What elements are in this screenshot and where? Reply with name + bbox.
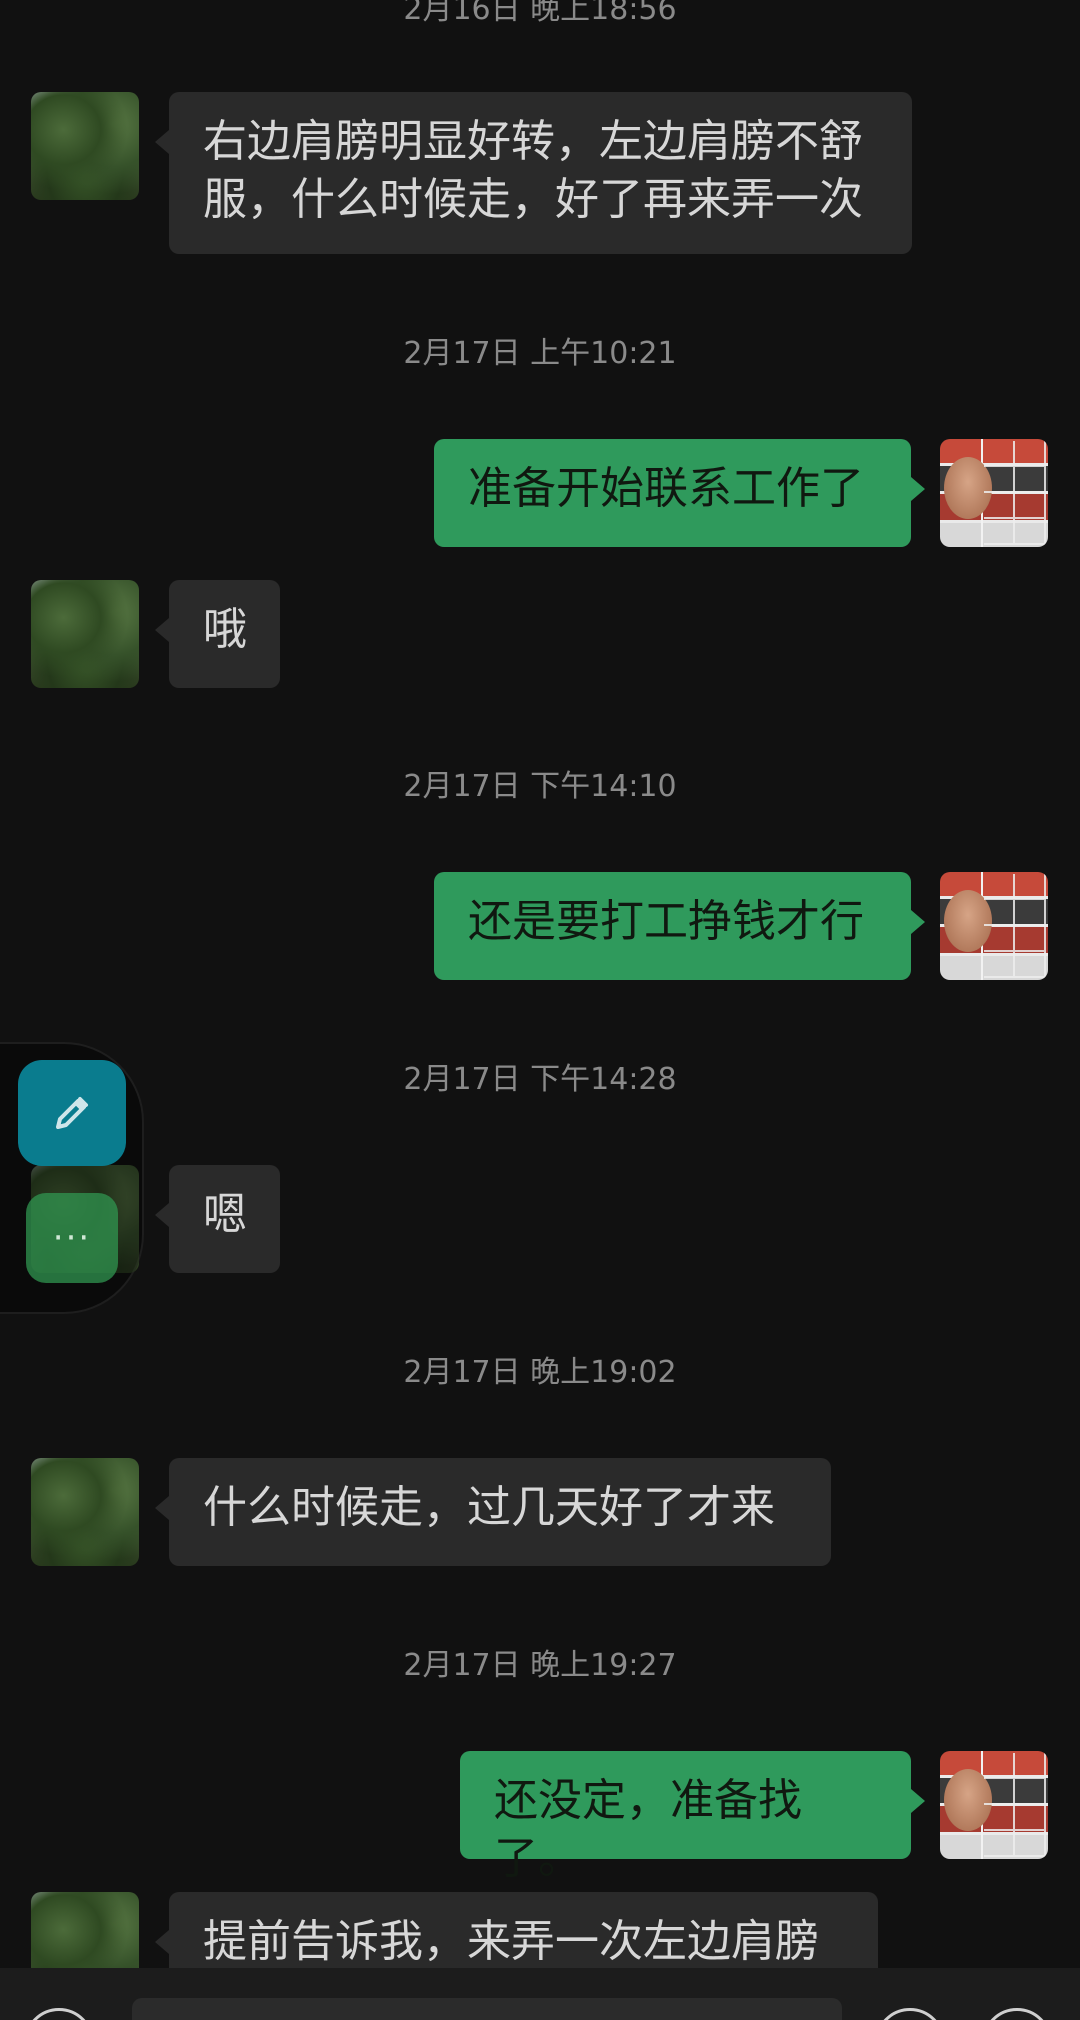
my-avatar[interactable]	[940, 439, 1048, 547]
outgoing-message-bubble[interactable]: 还没定，准备找了。	[460, 1751, 925, 1884]
message-row: 提前告诉我，来弄一次左边肩膀	[0, 1892, 1080, 1968]
floating-edit-button[interactable]	[18, 1060, 126, 1166]
outgoing-message-bubble[interactable]: 准备开始联系工作了	[434, 439, 925, 547]
message-list[interactable]: 2月16日 晚上18:56 右边肩膀明显好转，左边肩膀不舒服，什么时候走，好了再…	[0, 0, 1080, 1968]
timestamp: 2月17日 晚上19:27	[403, 1648, 677, 1683]
contact-avatar[interactable]	[31, 1458, 139, 1566]
incoming-message-bubble[interactable]: 哦	[155, 580, 280, 688]
timestamp: 2月17日 晚上19:02	[403, 1355, 677, 1390]
emoji-icon[interactable]	[875, 2008, 945, 2020]
incoming-message-bubble[interactable]: 右边肩膀明显好转，左边肩膀不舒服，什么时候走，好了再来弄一次	[155, 92, 912, 254]
avatar-collage	[984, 441, 1046, 545]
input-bar	[0, 1968, 1080, 2020]
incoming-message-bubble[interactable]: 什么时候走，过几天好了才来	[155, 1458, 831, 1566]
message-row: 右边肩膀明显好转，左边肩膀不舒服，什么时候走，好了再来弄一次	[0, 92, 1080, 254]
incoming-message-bubble[interactable]: 提前告诉我，来弄一次左边肩膀	[155, 1892, 878, 1968]
my-avatar[interactable]	[940, 1751, 1048, 1859]
avatar-collage	[984, 1753, 1046, 1857]
message-row: 还没定，准备找了。	[0, 1751, 1080, 1884]
floating-more-button[interactable]: ···	[26, 1193, 118, 1283]
timestamp: 2月17日 下午14:28	[403, 1062, 677, 1097]
pencil-icon	[56, 1097, 88, 1129]
avatar-collage	[984, 874, 1046, 978]
message-row: 哦	[0, 580, 1080, 688]
timestamp: 2月17日 下午14:10	[403, 769, 677, 804]
plus-icon[interactable]	[982, 2008, 1052, 2020]
more-dots-icon: ···	[52, 1218, 92, 1258]
message-input[interactable]	[132, 1998, 842, 2020]
message-row: 准备开始联系工作了	[0, 439, 1080, 547]
timestamp: 2月16日 晚上18:56	[403, 0, 677, 27]
message-row: 什么时候走，过几天好了才来	[0, 1458, 1080, 1566]
chat-screen: 2月16日 晚上18:56 右边肩膀明显好转，左边肩膀不舒服，什么时候走，好了再…	[0, 0, 1080, 2020]
timestamp: 2月17日 上午10:21	[403, 336, 677, 371]
contact-avatar[interactable]	[31, 580, 139, 688]
outgoing-message-bubble[interactable]: 还是要打工挣钱才行	[434, 872, 925, 980]
incoming-message-bubble[interactable]: 嗯	[155, 1165, 280, 1273]
message-row: 还是要打工挣钱才行	[0, 872, 1080, 980]
voice-toggle-icon[interactable]	[24, 2008, 94, 2020]
contact-avatar[interactable]	[31, 1892, 139, 1968]
contact-avatar[interactable]	[31, 92, 139, 200]
message-row: 嗯	[0, 1165, 1080, 1273]
my-avatar[interactable]	[940, 872, 1048, 980]
